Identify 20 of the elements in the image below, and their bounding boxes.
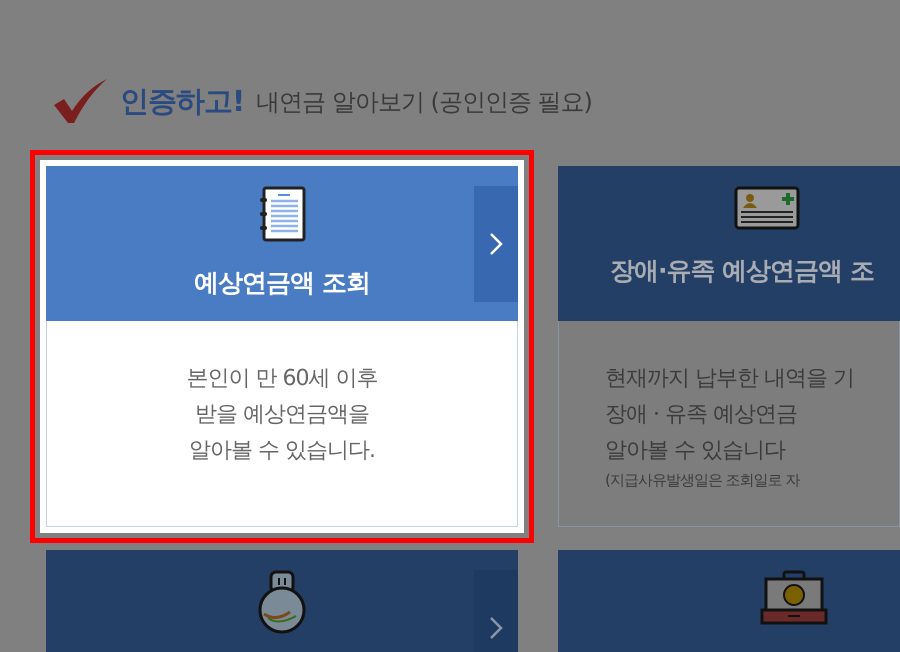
heading-emphasis: 인증하고! bbox=[120, 83, 244, 120]
briefcase-icon bbox=[760, 570, 828, 626]
card-note: (지급사유발생일은 조회일로 자 bbox=[605, 470, 801, 491]
card-description-line: 본인이 만 60세 이후 bbox=[186, 365, 378, 393]
card-description-line: 알아볼 수 있습니다. bbox=[188, 437, 376, 465]
card-description-line: 받을 예상연금액을 bbox=[194, 401, 370, 429]
service-card[interactable] bbox=[558, 550, 900, 652]
chevron-right-icon bbox=[489, 616, 503, 640]
checkmark-icon bbox=[52, 79, 108, 125]
card-title: 장애·유족 예상연금액 조 bbox=[610, 255, 874, 287]
card-description-line: 현재까지 납부한 내역을 기 bbox=[605, 365, 855, 393]
chevron-right-icon bbox=[489, 232, 503, 256]
card-description-line: 장애 · 유족 예상연금 bbox=[605, 401, 798, 429]
notebook-icon bbox=[258, 186, 306, 242]
card-title: 예상연금액 조회 bbox=[194, 267, 370, 299]
id-card-icon bbox=[734, 186, 800, 230]
heading-text: 내연금 알아보기 (공인인증 필요) bbox=[256, 87, 592, 118]
money-bag-icon bbox=[256, 570, 308, 634]
service-card[interactable] bbox=[46, 550, 518, 652]
card-description-line: 알아볼 수 있습니다 bbox=[605, 437, 786, 465]
